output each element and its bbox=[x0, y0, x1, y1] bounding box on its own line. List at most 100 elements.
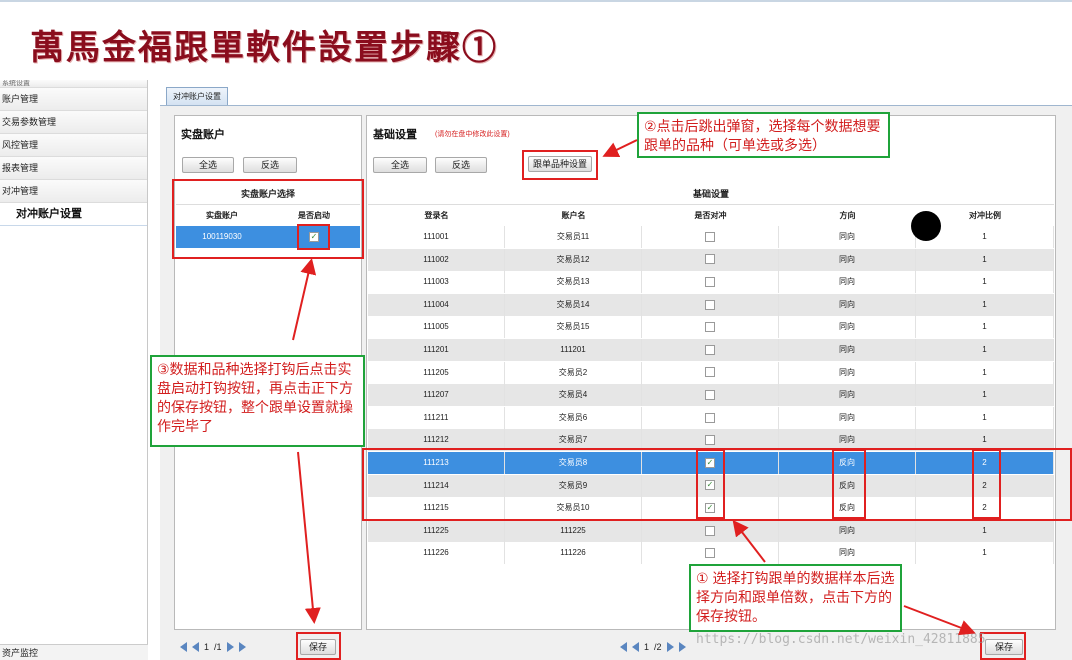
hedge-checkbox[interactable] bbox=[705, 548, 715, 559]
col-direction: 方向 bbox=[839, 211, 856, 220]
hedge-checkbox[interactable] bbox=[705, 435, 715, 446]
banner-title: 萬馬金福跟單軟件設置步驟① bbox=[30, 28, 498, 68]
cell-direction: 同向 bbox=[779, 542, 916, 565]
cell-name: 交易员13 bbox=[505, 271, 642, 294]
redaction-dot bbox=[911, 211, 941, 241]
cell-ratio: 1 bbox=[916, 293, 1054, 316]
table-row[interactable]: 111211 交易员6 同向 1 bbox=[368, 406, 1054, 429]
prev-page-icon[interactable] bbox=[192, 642, 199, 652]
table-row[interactable]: 111004 交易员14 同向 1 bbox=[368, 293, 1054, 316]
highlight-right-save bbox=[980, 632, 1026, 660]
hedge-checkbox[interactable] bbox=[705, 277, 715, 288]
hedge-checkbox[interactable] bbox=[705, 367, 715, 378]
cell-name: 交易员6 bbox=[505, 406, 642, 429]
table-row[interactable]: 111001 交易员11 同向 1 bbox=[368, 226, 1054, 248]
live-account-title: 实盘账户 bbox=[181, 129, 225, 141]
sidebar-item-trade-params[interactable]: 交易参数管理 bbox=[0, 111, 147, 134]
cell-hedge bbox=[642, 316, 779, 339]
cell-name: 交易员2 bbox=[505, 361, 642, 384]
col-name: 账户名 bbox=[561, 211, 586, 220]
cell-hedge bbox=[642, 361, 779, 384]
cell-hedge bbox=[642, 384, 779, 407]
hedge-checkbox[interactable] bbox=[705, 344, 715, 355]
base-settings-title: 基础设置 bbox=[373, 129, 417, 141]
right-page-total: /2 bbox=[654, 642, 662, 652]
right-invert-button[interactable]: 反选 bbox=[435, 157, 487, 173]
highlight-live-account bbox=[172, 179, 364, 259]
sidebar-item-asset-monitor[interactable]: 资产监控 bbox=[0, 644, 148, 660]
last-page-icon[interactable] bbox=[678, 642, 686, 652]
hedge-checkbox[interactable] bbox=[705, 231, 715, 242]
cell-ratio: 1 bbox=[916, 406, 1054, 429]
title-banner: 萬馬金福跟單軟件設置步驟① bbox=[0, 0, 1072, 80]
hedge-checkbox[interactable] bbox=[705, 390, 715, 401]
next-page-icon[interactable] bbox=[226, 642, 234, 652]
cell-hedge bbox=[642, 339, 779, 361]
cell-direction: 同向 bbox=[779, 384, 916, 407]
table-row[interactable]: 111002 交易员12 同向 1 bbox=[368, 248, 1054, 271]
table-row[interactable]: 111201 111201 同向 1 bbox=[368, 339, 1054, 361]
cell-direction: 同向 bbox=[779, 226, 916, 248]
left-page-number: 1 bbox=[204, 642, 210, 652]
cell-login: 111002 bbox=[368, 248, 505, 271]
cell-name: 111226 bbox=[505, 542, 642, 565]
left-select-all-button[interactable]: 全选 bbox=[182, 157, 234, 173]
sidebar-item-accounts[interactable]: 账户管理 bbox=[0, 88, 147, 111]
annotation-step2: ②点击后跳出弹窗，选择每个数据想要跟单的品种（可单选或多选） bbox=[637, 112, 890, 158]
cell-direction: 同向 bbox=[779, 293, 916, 316]
cell-login: 111207 bbox=[368, 384, 505, 407]
table-row[interactable]: 111207 交易员4 同向 1 bbox=[368, 384, 1054, 407]
table-row[interactable]: 111225 111225 同向 1 bbox=[368, 519, 1054, 542]
table-row[interactable]: 111003 交易员13 同向 1 bbox=[368, 271, 1054, 294]
cell-ratio: 1 bbox=[916, 248, 1054, 271]
annotation-step1: ① 选择打钩跟单的数据样本后选择方向和跟单倍数，点击下方的保存按钮。 bbox=[689, 564, 902, 632]
cell-login: 111201 bbox=[368, 339, 505, 361]
table-row[interactable]: 111226 111226 同向 1 bbox=[368, 542, 1054, 565]
cell-ratio: 1 bbox=[916, 519, 1054, 542]
hedge-checkbox[interactable] bbox=[705, 299, 715, 310]
cell-direction: 同向 bbox=[779, 271, 916, 294]
cell-hedge bbox=[642, 226, 779, 248]
table-row[interactable]: 111205 交易员2 同向 1 bbox=[368, 361, 1054, 384]
left-invert-button[interactable]: 反选 bbox=[243, 157, 297, 173]
sidebar-item-hedge-accounts[interactable]: 对冲账户设置 bbox=[0, 203, 147, 226]
annotation-step3: ③数据和品种选择打钩后点击实盘启动打钩按钮，再点击正下方的保存按钮，整个跟单设置… bbox=[150, 355, 365, 447]
sidebar-item-risk[interactable]: 风控管理 bbox=[0, 134, 147, 157]
cell-ratio: 1 bbox=[916, 271, 1054, 294]
right-pager: 1 /2 bbox=[620, 639, 686, 655]
hedge-checkbox[interactable] bbox=[705, 412, 715, 423]
hedge-checkbox[interactable] bbox=[705, 322, 715, 333]
hedge-checkbox[interactable] bbox=[705, 254, 715, 265]
base-settings-hint: (请勿在盘中修改此设置) bbox=[435, 131, 510, 138]
highlight-product-button bbox=[522, 150, 598, 180]
sidebar-item-hedge[interactable]: 对冲管理 bbox=[0, 180, 147, 203]
cell-login: 111226 bbox=[368, 542, 505, 565]
cell-name: 交易员11 bbox=[505, 226, 642, 248]
cell-name: 交易员15 bbox=[505, 316, 642, 339]
cell-login: 111225 bbox=[368, 519, 505, 542]
highlight-enable-checkbox bbox=[297, 224, 330, 250]
cell-ratio: 1 bbox=[916, 339, 1054, 361]
cell-hedge bbox=[642, 293, 779, 316]
table-row[interactable]: 111005 交易员15 同向 1 bbox=[368, 316, 1054, 339]
highlight-hedge-col bbox=[696, 449, 725, 519]
prev-page-icon[interactable] bbox=[632, 642, 639, 652]
first-page-icon[interactable] bbox=[620, 642, 627, 652]
first-page-icon[interactable] bbox=[180, 642, 187, 652]
base-settings-grid-title: 基础设置 bbox=[368, 183, 1054, 205]
hedge-checkbox[interactable] bbox=[705, 525, 715, 536]
cell-direction: 同向 bbox=[779, 361, 916, 384]
highlight-direction-col bbox=[832, 449, 866, 519]
sidebar: 系统设置 账户管理 交易参数管理 风控管理 报表管理 对冲管理 对冲账户设置 资… bbox=[0, 80, 148, 660]
cell-login: 111003 bbox=[368, 271, 505, 294]
sidebar-item-reports[interactable]: 报表管理 bbox=[0, 157, 147, 180]
left-page-total: /1 bbox=[214, 642, 222, 652]
last-page-icon[interactable] bbox=[238, 642, 246, 652]
right-select-all-button[interactable]: 全选 bbox=[373, 157, 427, 173]
cell-name: 111201 bbox=[505, 339, 642, 361]
cell-name: 交易员4 bbox=[505, 384, 642, 407]
next-page-icon[interactable] bbox=[666, 642, 674, 652]
tab-hedge-accounts[interactable]: 对冲账户设置 bbox=[166, 87, 228, 105]
sidebar-item-system[interactable]: 系统设置 bbox=[0, 80, 147, 88]
cell-direction: 同向 bbox=[779, 316, 916, 339]
